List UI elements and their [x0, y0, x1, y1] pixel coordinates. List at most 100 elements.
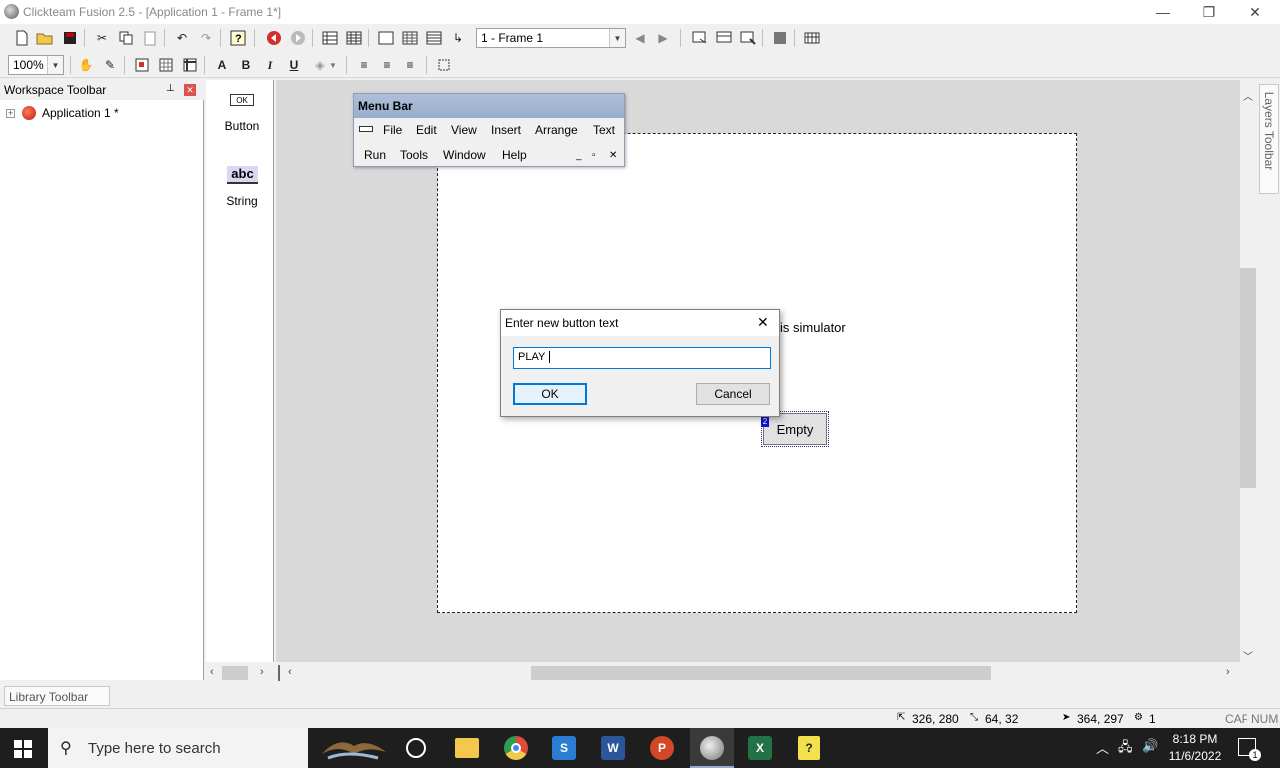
scroll-left-icon[interactable]: ‹	[288, 666, 292, 678]
menu-tools[interactable]: Tools	[400, 148, 428, 162]
frame-editor-icon[interactable]	[344, 28, 364, 48]
preferences-icon[interactable]	[802, 28, 822, 48]
object-scroll-thumb[interactable]	[222, 666, 248, 680]
scroll-down-icon[interactable]: ﹀	[1243, 648, 1253, 663]
italic-button[interactable]: I	[260, 55, 280, 75]
horizontal-scroll-thumb[interactable]	[531, 666, 991, 680]
grid-icon[interactable]	[156, 55, 176, 75]
align-center-icon[interactable]: ≡	[377, 55, 397, 75]
run-frame-icon[interactable]	[714, 28, 734, 48]
zoom-select[interactable]: 100% ▼	[8, 55, 64, 75]
next-frame-icon[interactable]: ▶	[653, 28, 673, 48]
menu-help[interactable]: Help	[502, 148, 527, 162]
pin-icon[interactable]: ⊥	[166, 83, 175, 94]
menu-grip-icon[interactable]	[359, 126, 373, 132]
restore-button[interactable]: ❐	[1186, 0, 1232, 24]
undo-icon[interactable]: ↶	[172, 28, 192, 48]
object-pane-scrollbar[interactable]: ‹ ›	[206, 664, 274, 682]
menu-view[interactable]: View	[451, 123, 477, 137]
paint-icon[interactable]: ✎	[100, 55, 120, 75]
hand-icon[interactable]: ✋	[76, 55, 96, 75]
help-app-icon[interactable]: ?	[798, 736, 820, 760]
scroll-left-icon[interactable]: ‹	[210, 666, 214, 678]
back-icon[interactable]	[264, 28, 284, 48]
notification-icon[interactable]: 1	[1238, 738, 1261, 761]
menu-window[interactable]: Window	[443, 148, 486, 162]
close-icon[interactable]: ✕	[184, 84, 196, 96]
menu-edit[interactable]: Edit	[416, 123, 437, 137]
stop-icon[interactable]	[770, 28, 790, 48]
prev-frame-icon[interactable]: ◀	[630, 28, 650, 48]
menu-text[interactable]: Text	[593, 123, 615, 137]
minimize-button[interactable]: —	[1140, 0, 1186, 24]
menu-arrange[interactable]: Arrange	[535, 123, 578, 137]
data-elements-icon[interactable]	[424, 28, 444, 48]
tree-item-application[interactable]: + Application 1 *	[0, 106, 204, 122]
grid-setup-icon[interactable]	[180, 55, 200, 75]
frame-select[interactable]: 1 - Frame 1 ▼	[476, 28, 626, 48]
cut-icon[interactable]: ✂	[92, 28, 112, 48]
cancel-button[interactable]: Cancel	[696, 383, 770, 405]
word-icon[interactable]: W	[601, 736, 625, 760]
object-string[interactable]: abc String	[206, 164, 274, 224]
expand-icon[interactable]: +	[6, 109, 15, 118]
help-icon[interactable]: ?	[228, 28, 248, 48]
vertical-scrollbar[interactable]: ︿ ﹀	[1240, 80, 1256, 663]
excel-icon[interactable]: X	[748, 736, 772, 760]
paste-icon[interactable]	[140, 28, 160, 48]
network-icon[interactable]: 🖧	[1118, 738, 1133, 760]
button-text-input[interactable]: PLAY ​	[513, 347, 771, 369]
event-editor-icon[interactable]	[376, 28, 396, 48]
clock-time[interactable]: 8:18 PM	[1170, 732, 1220, 746]
forward-icon[interactable]	[288, 28, 308, 48]
snap-icon[interactable]	[132, 55, 152, 75]
redo-icon[interactable]: ↷	[196, 28, 216, 48]
object-button[interactable]: OK Button	[206, 90, 274, 150]
build-icon[interactable]	[738, 28, 758, 48]
scroll-right-icon[interactable]: ›	[260, 666, 264, 678]
taskbar-search[interactable]: ⚲ Type here to search	[48, 728, 308, 768]
menu-bar-caption[interactable]: Menu Bar	[354, 94, 624, 118]
dialog-titlebar[interactable]: Enter new button text ✕	[501, 310, 779, 336]
restore-icon[interactable]: ▫	[592, 150, 596, 161]
align-left-icon[interactable]: ≡	[354, 55, 374, 75]
horizontal-scrollbar[interactable]: ‹ ›	[276, 664, 1256, 682]
menu-insert[interactable]: Insert	[491, 123, 521, 137]
powerpoint-icon[interactable]: P	[650, 736, 674, 760]
chevron-down-icon[interactable]: ▼	[47, 56, 63, 74]
file-explorer-icon[interactable]	[455, 738, 479, 758]
run-application-icon[interactable]	[690, 28, 710, 48]
teams-icon[interactable]: S	[552, 736, 576, 760]
menu-file[interactable]: File	[383, 123, 402, 137]
bold-button[interactable]: B	[236, 55, 256, 75]
string-object-text[interactable]: is simulator	[780, 320, 846, 335]
fit-frame-icon[interactable]	[434, 55, 454, 75]
save-icon[interactable]	[60, 28, 80, 48]
chevron-down-icon[interactable]: ▼	[609, 29, 625, 47]
library-toolbar-tab[interactable]: Library Toolbar	[4, 686, 110, 706]
chrome-icon[interactable]	[504, 736, 528, 760]
open-icon[interactable]	[35, 28, 55, 48]
layers-toolbar-tab[interactable]: Layers Toolbar	[1258, 80, 1280, 680]
app-icon[interactable]	[4, 4, 19, 19]
new-icon[interactable]	[12, 28, 32, 48]
menu-run[interactable]: Run	[364, 148, 386, 162]
copy-icon[interactable]	[116, 28, 136, 48]
tray-chevron-icon[interactable]: ︿	[1096, 738, 1109, 757]
scroll-right-icon[interactable]: ›	[1226, 666, 1230, 678]
underline-button[interactable]: U	[284, 55, 304, 75]
task-view-icon[interactable]	[406, 738, 426, 758]
chevron-down-icon[interactable]: ▼	[328, 55, 338, 75]
close-icon[interactable]: ✕	[757, 314, 769, 331]
taskbar-clickteam-active[interactable]	[690, 728, 734, 768]
windows-start-icon[interactable]	[14, 740, 32, 761]
fill-color-icon[interactable]: ◈	[310, 55, 330, 75]
clock-date[interactable]: 11/6/2022	[1166, 749, 1224, 763]
ok-button[interactable]: OK	[513, 383, 587, 405]
font-icon[interactable]: A	[212, 55, 232, 75]
storyboard-icon[interactable]	[320, 28, 340, 48]
vertical-scroll-thumb[interactable]	[1240, 268, 1256, 488]
close-icon[interactable]: ✕	[609, 150, 617, 161]
close-button[interactable]: ✕	[1232, 0, 1278, 24]
align-right-icon[interactable]: ≡	[400, 55, 420, 75]
